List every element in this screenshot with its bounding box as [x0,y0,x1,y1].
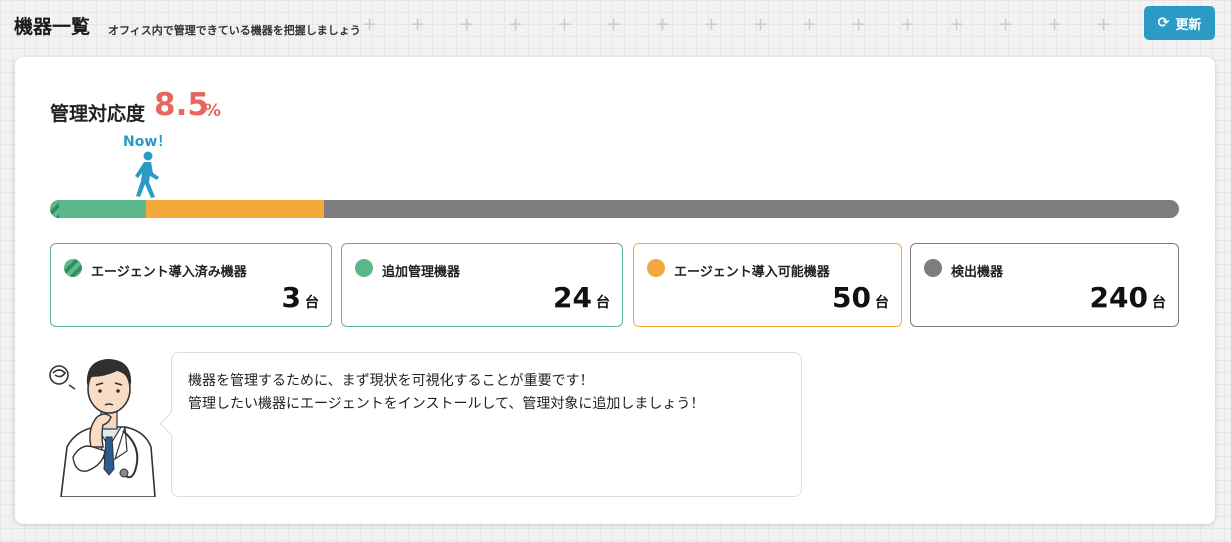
stat-value: 50 [832,281,871,314]
stat-unit: 台 [305,295,319,311]
management-rate-label: 管理対応度 [50,103,146,125]
grid-plus-decoration: + [557,14,573,35]
stat-unit: 台 [1152,295,1166,311]
grid-plus-decoration: + [606,14,622,35]
advice-speech-bubble: 機器を管理するために、まず現状を可視化することが重要です！ 管理したい機器にエー… [171,352,802,497]
advice-line-2: 管理したい機器にエージェントをインストールして、管理対象に追加しましょう！ [188,396,705,412]
stat-label: 検出機器 [951,265,1004,280]
stat-value: 3 [281,281,301,314]
stat-card-detected[interactable]: 検出機器 240 台 [910,243,1179,327]
stat-value: 240 [1089,281,1148,314]
stat-card-possible[interactable]: エージェント導入可能機器 50 台 [633,243,902,327]
management-rate-value: 8.5 [154,87,209,123]
orange-dot-icon [647,259,665,277]
stat-value: 24 [553,281,592,314]
refresh-icon: ⟳ [1157,15,1170,31]
grid-plus-decoration: + [802,14,818,35]
grid-plus-decoration: + [1096,14,1112,35]
stat-card-added[interactable]: 追加管理機器 24 台 [341,243,623,327]
stat-label: エージェント導入可能機器 [674,265,830,280]
grid-plus-decoration: + [949,14,965,35]
grid-plus-decoration: + [753,14,769,35]
stat-card-installed[interactable]: エージェント導入済み機器 3 台 [50,243,332,327]
page-title: 機器一覧 [14,16,91,38]
thinking-doctor-illustration [49,359,156,497]
grid-plus-decoration: + [508,14,524,35]
gray-dot-icon [924,259,942,277]
stat-label: エージェント導入済み機器 [91,265,247,280]
stat-unit: 台 [875,295,889,311]
walking-person-icon [135,151,159,198]
management-progress-bar [50,200,1179,218]
device-summary-card: 管理対応度 8.5 % Now！ エージェント導入済み機器 3 台 追加管理機器… [15,57,1215,524]
now-marker-label: Now！ [123,134,172,150]
grid-plus-decoration: + [900,14,916,35]
green-dot-icon [355,259,373,277]
grid-plus-decoration: + [362,14,378,35]
grid-plus-decoration: + [655,14,671,35]
refresh-button-label: 更新 [1175,17,1202,33]
advice-line-1: 機器を管理するために、まず現状を可視化することが重要です！ [188,373,594,389]
striped-green-dot-icon [64,259,82,277]
grid-plus-decoration: + [1047,14,1063,35]
stat-label: 追加管理機器 [382,265,461,280]
progress-segment-installed [50,200,60,218]
grid-plus-decoration: + [998,14,1014,35]
grid-plus-decoration: + [851,14,867,35]
management-rate-unit: % [204,101,222,121]
progress-segment-possible [145,200,325,218]
grid-plus-decoration: + [410,14,426,35]
grid-plus-decoration: + [704,14,720,35]
stat-unit: 台 [596,295,610,311]
progress-segment-added [59,200,146,218]
refresh-button[interactable]: ⟳ 更新 [1144,6,1215,40]
page-subtitle: オフィス内で管理できている機器を把握しましょう [108,24,361,37]
grid-plus-decoration: + [459,14,475,35]
